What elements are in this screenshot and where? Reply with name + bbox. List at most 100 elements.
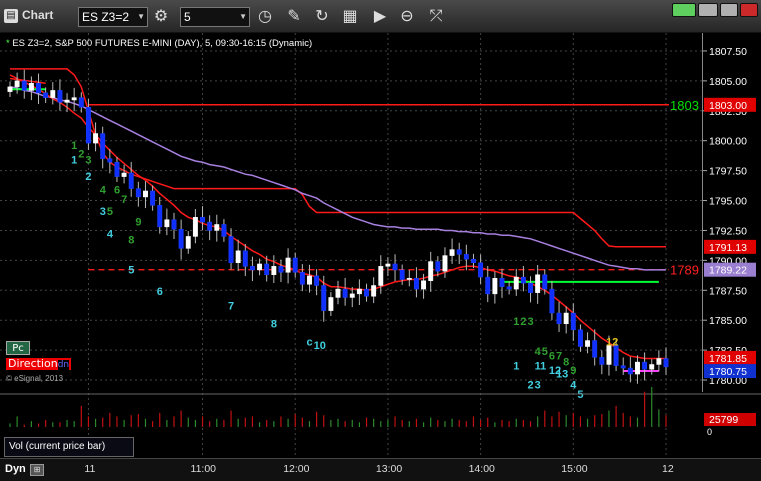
candle-down: [85, 106, 91, 144]
candle-up: [442, 255, 448, 272]
candle-up: [93, 133, 99, 144]
pencil-draw-icon[interactable]: ✎: [285, 7, 303, 25]
count-label: 7: [556, 351, 562, 363]
count-label: 5: [542, 346, 548, 358]
count-label: 8: [563, 357, 569, 369]
count-label: 6: [157, 286, 163, 298]
volume-tag-label: 25799: [709, 414, 738, 426]
zoom-icon[interactable]: ⊞: [30, 464, 44, 476]
count-label: 3: [85, 154, 91, 166]
count-label: 8: [271, 318, 277, 330]
price-tick-label: 1792.50: [709, 225, 747, 237]
time-axis-bar[interactable]: Dyn ⊞ 11 11:00 12:00 13:00 14:00 15:00 12: [0, 458, 761, 481]
candle-down: [471, 258, 476, 264]
count-label: 9: [135, 217, 141, 229]
close-button[interactable]: [740, 3, 758, 17]
symbol-dropdown-icon[interactable]: ▼: [137, 8, 145, 26]
price-tag-label: 1803.00: [709, 100, 747, 112]
count-label: 1: [71, 140, 77, 152]
count-label: 12: [606, 336, 618, 348]
candle-up: [7, 86, 13, 92]
count-label: 2: [85, 171, 91, 183]
candle-down: [528, 282, 533, 293]
price-tag-label: 1780.75: [709, 366, 747, 378]
price-tick-label: 1807.50: [709, 46, 747, 58]
count-label: 4: [100, 184, 107, 196]
candle-down: [221, 224, 227, 237]
count-label: 5: [128, 265, 134, 277]
chart-title-text: ES Z3=2, S&P 500 FUTURES E-MINI (DAY), 5…: [12, 38, 313, 49]
refresh-icon[interactable]: ↻: [313, 7, 331, 25]
candle-up: [656, 358, 662, 365]
count-label: 5: [577, 389, 583, 401]
count-label: 3: [528, 316, 534, 328]
candle-down: [549, 288, 555, 314]
symbol-value: ES Z3=2: [82, 10, 130, 24]
candle-down: [520, 276, 526, 284]
volume-layer: 257990: [0, 387, 761, 437]
interval-input[interactable]: 5 ▼: [180, 7, 250, 27]
candle-down: [207, 221, 213, 231]
candle-down: [150, 190, 156, 206]
candle-down: [627, 367, 633, 375]
copyright-notice: © eSignal, 2013: [6, 374, 64, 383]
price-tag-label: 1781.85: [709, 353, 747, 365]
candle-down: [43, 92, 49, 98]
symbol-input[interactable]: ES Z3=2 ▼: [78, 7, 148, 27]
candle-down: [506, 286, 512, 290]
chart-canvas[interactable]: 18031789 12 3124 673 594 85678c 101 2 3124 5 6 7 81…: [0, 33, 761, 481]
candle-up: [406, 278, 412, 280]
maximize-button[interactable]: [720, 3, 738, 17]
count-layer: 12 3124 673 594 85678c 101 2 3124 5 6 7 81 11 1213 92 3…: [71, 140, 618, 401]
clear-icon[interactable]: ⊖: [398, 7, 416, 25]
candle-up: [649, 364, 655, 370]
candle-down: [413, 278, 419, 290]
candle-down: [342, 288, 348, 298]
candle-down: [599, 357, 605, 365]
candle-down: [592, 340, 598, 358]
count-label: 4: [535, 346, 542, 358]
chart-app-icon: ▤: [4, 9, 18, 23]
candle-up: [385, 263, 391, 267]
candle-down: [364, 288, 369, 297]
candle-down: [570, 312, 576, 331]
candle-down: [499, 278, 505, 287]
candle-down: [478, 262, 484, 278]
volume-panel-label[interactable]: Vol (current price bar): [4, 437, 134, 457]
count-label: c: [306, 336, 312, 348]
candle-down: [321, 285, 327, 311]
count-label: 4: [107, 229, 114, 241]
interval-value: 5: [184, 10, 191, 24]
direction-study-label[interactable]: Directiondn: [6, 358, 72, 370]
chart-area[interactable]: 1803 1789 1 2 3 1 2 4 6 7 3 5 9 4 8 5 6 7 8 c 10 1 2 3 12 4 5 6 7 8 1…: [0, 33, 761, 481]
title-bar: ▤ Chart ES Z3=2 ▼ ⚙ 5 ▼ ◷ ✎ ↻ ▦ ▶ ⊖ ⤱: [0, 0, 761, 33]
count-label: 3: [100, 206, 106, 218]
window-title: Chart: [22, 8, 54, 22]
candle-down: [57, 90, 63, 103]
interval-dropdown-icon[interactable]: ▼: [239, 8, 247, 26]
play-icon[interactable]: ▶: [371, 7, 389, 25]
link-icon[interactable]: ⤱: [427, 7, 445, 25]
candle-down: [392, 263, 398, 271]
indicator-layer: 18031789: [9, 68, 699, 373]
settings-gear-icon[interactable]: ⚙: [152, 7, 170, 25]
pc-study-label[interactable]: Pc: [6, 341, 30, 355]
chart-title: * ES Z3=2, S&P 500 FUTURES E-MINI (DAY),…: [6, 38, 312, 49]
level-label: 1789: [670, 263, 699, 278]
price-tag-label: 1791.13: [709, 242, 747, 254]
candle-down: [228, 236, 234, 264]
window-link-button[interactable]: [672, 3, 696, 17]
candle-down: [178, 229, 184, 249]
candle-down: [456, 249, 462, 255]
candle-up: [164, 219, 170, 228]
direction-tail: dn: [57, 360, 70, 370]
grid-layer: [0, 33, 703, 457]
axis-layer: 1807.501805.001802.501800.001797.501795.…: [703, 46, 756, 387]
studies-icon[interactable]: ▦: [341, 7, 359, 25]
minimize-button[interactable]: [698, 3, 718, 17]
candle-down: [542, 274, 548, 290]
candle-up: [235, 250, 241, 264]
clock-icon[interactable]: ◷: [256, 7, 274, 25]
candle-down: [292, 257, 298, 273]
candle-up: [421, 280, 427, 290]
